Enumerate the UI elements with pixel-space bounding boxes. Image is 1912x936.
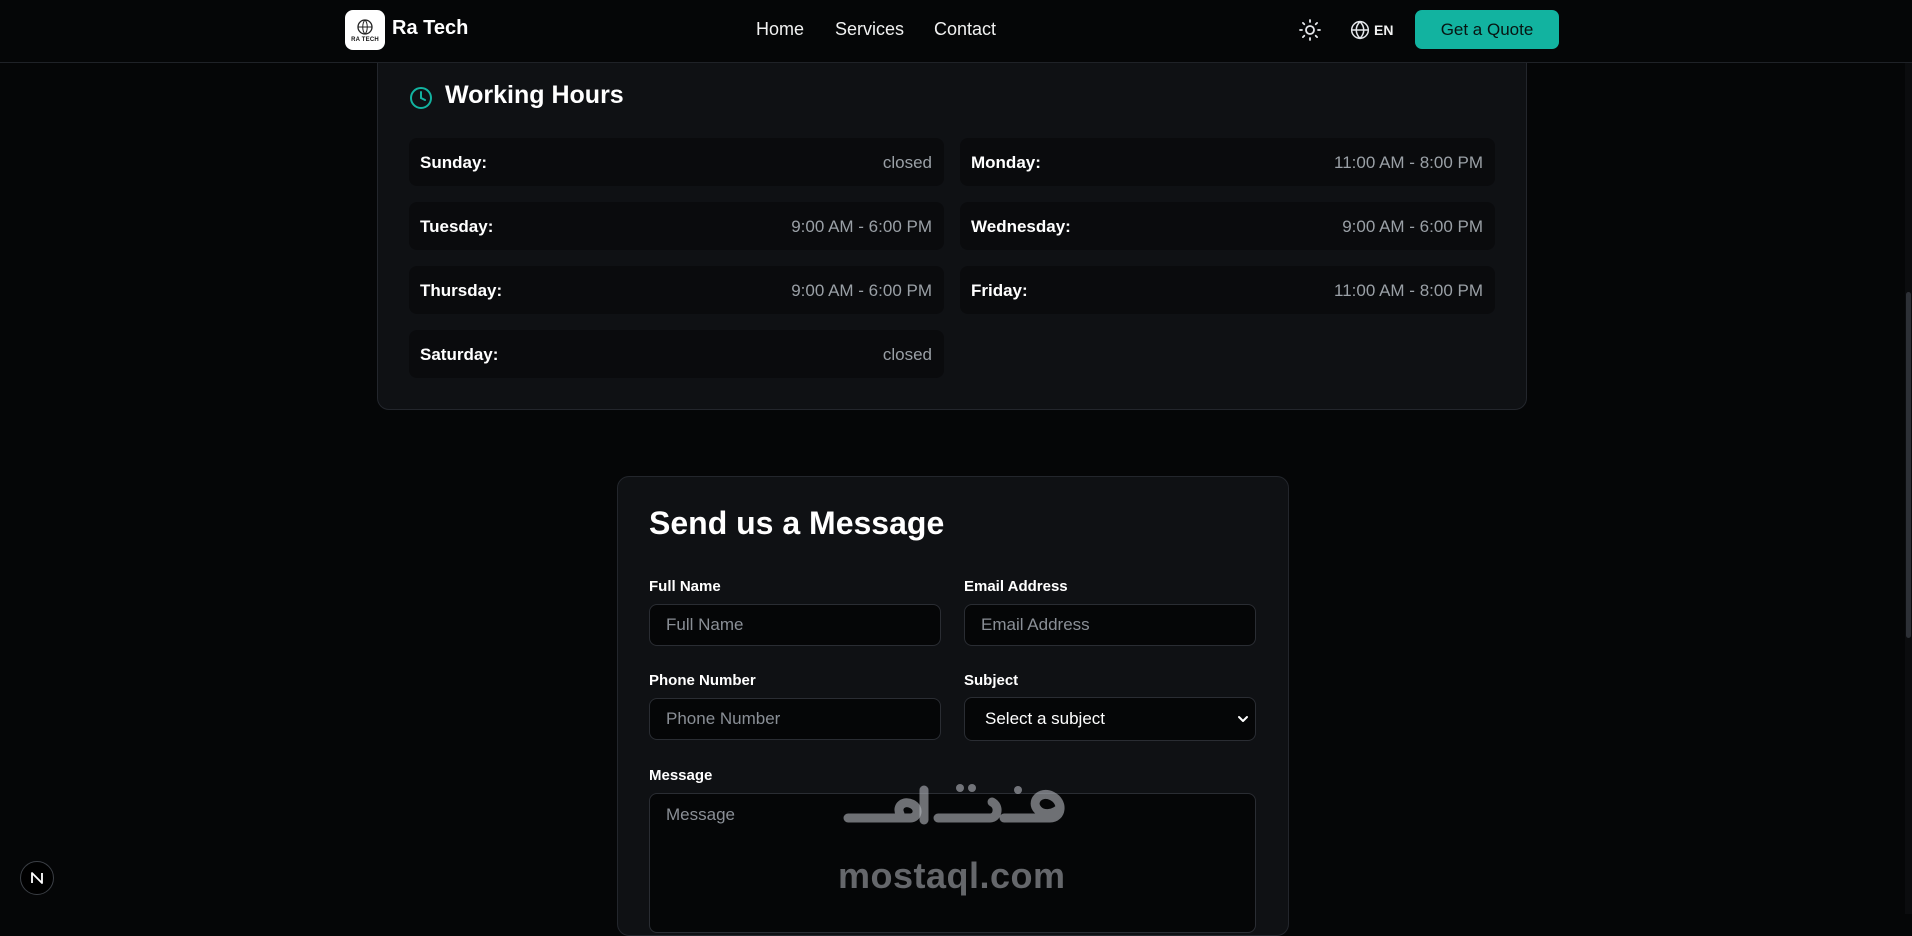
email-label: Email Address xyxy=(964,578,1068,595)
day-time: 9:00 AM - 6:00 PM xyxy=(1342,217,1483,236)
watermark-text: mostaql.com xyxy=(838,855,1066,896)
sun-icon xyxy=(1299,19,1321,41)
phone-input[interactable] xyxy=(649,698,941,740)
logo[interactable]: RA TECH xyxy=(345,10,385,50)
message-label: Message xyxy=(649,767,713,784)
subject-label: Subject xyxy=(964,672,1019,689)
nav-services[interactable]: Services xyxy=(835,19,904,40)
full-name-input[interactable] xyxy=(649,604,941,646)
day-name: Saturday: xyxy=(420,345,499,364)
phone-label: Phone Number xyxy=(649,672,756,689)
day-time: 11:00 AM - 8:00 PM xyxy=(1334,281,1483,300)
day-time: 9:00 AM - 6:00 PM xyxy=(791,217,932,236)
day-row-monday: Monday: 11:00 AM - 8:00 PM xyxy=(960,138,1495,186)
subject-select[interactable]: Select a subject xyxy=(964,697,1256,741)
language-switcher[interactable]: EN xyxy=(1350,18,1393,42)
day-name: Thursday: xyxy=(420,281,503,300)
globe-hand-logo-icon xyxy=(357,18,373,35)
globe-icon xyxy=(1350,20,1370,40)
form-title: Send us a Message xyxy=(649,505,945,541)
nextjs-dev-badge[interactable] xyxy=(20,861,54,895)
email-input[interactable] xyxy=(964,604,1256,646)
day-row-wednesday: Wednesday: 9:00 AM - 6:00 PM xyxy=(960,202,1495,250)
day-name: Tuesday: xyxy=(420,217,494,236)
day-time: closed xyxy=(882,153,932,172)
day-row-thursday: Thursday: 9:00 AM - 6:00 PM xyxy=(409,266,944,314)
language-code: EN xyxy=(1374,22,1394,38)
full-name-label: Full Name xyxy=(649,578,721,595)
day-row-friday: Friday: 11:00 AM - 8:00 PM xyxy=(960,266,1495,314)
nav-contact[interactable]: Contact xyxy=(934,19,996,40)
get-quote-button[interactable]: Get a Quote xyxy=(1415,10,1559,49)
working-hours-title: Working Hours xyxy=(445,81,624,109)
day-time: 11:00 AM - 8:00 PM xyxy=(1334,153,1483,172)
day-time: 9:00 AM - 6:00 PM xyxy=(791,281,932,300)
day-name: Monday: xyxy=(971,153,1041,172)
watermark-arabic-logo xyxy=(843,784,1065,825)
theme-toggle-button[interactable] xyxy=(1298,18,1322,42)
nextjs-icon xyxy=(31,872,43,884)
day-time: closed xyxy=(882,345,932,364)
brand-name[interactable]: Ra Tech xyxy=(392,17,468,40)
day-name: Wednesday: xyxy=(971,217,1071,236)
day-row-saturday: Saturday: closed xyxy=(409,330,944,378)
subject-selected-value: Select a subject xyxy=(985,709,1106,728)
nav-home[interactable]: Home xyxy=(756,19,804,40)
logo-mark-text: RA TECH xyxy=(351,36,379,43)
day-row-tuesday: Tuesday: 9:00 AM - 6:00 PM xyxy=(409,202,944,250)
clock-icon xyxy=(410,87,432,109)
day-name: Sunday: xyxy=(420,153,488,172)
day-name: Friday: xyxy=(971,281,1028,300)
scrollbar-thumb[interactable] xyxy=(1906,292,1911,638)
chevron-down-icon xyxy=(1238,716,1248,722)
day-row-sunday: Sunday: closed xyxy=(409,138,944,186)
site-header: RA TECH Ra Tech Home Services Contact EN… xyxy=(0,0,1912,63)
